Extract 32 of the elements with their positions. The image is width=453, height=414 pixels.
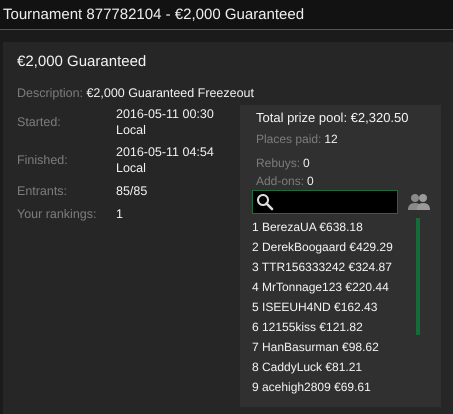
detail-label: Your rankings:	[17, 206, 98, 220]
scrollbar[interactable]	[416, 218, 420, 335]
detail-value: 2016-05-11 04:54 Local	[116, 144, 215, 176]
detail-value: 2016-05-11 00:30 Local	[116, 106, 215, 138]
detail-label: Finished:	[17, 153, 69, 167]
payout-row-text: 4 MrTonnage123 €220.44	[252, 279, 390, 296]
detail-value: 85/85	[116, 182, 148, 198]
stat-label: Add-ons:	[256, 174, 304, 188]
payout-row-text: 2 DerekBoogaard €429.29	[252, 239, 394, 256]
search-icon	[256, 193, 274, 211]
stat-label: Places paid:	[256, 132, 322, 146]
stat-value: 0	[303, 156, 310, 170]
payout-row-text: 5 ISEEUH4ND €162.43	[252, 299, 378, 316]
payout-row-text: 8 CaddyLuck €81.21	[252, 359, 364, 376]
stat-label: Rebuys:	[256, 156, 300, 170]
payout-row-text: 6 12155kiss €121.82	[252, 319, 364, 336]
payout-row-text: 3 TTR156333242 €324.87	[252, 259, 393, 276]
prize-pool-total: Total prize pool: €2,320.50	[256, 110, 410, 125]
description-value: €2,000 Guaranteed Freezeout	[86, 86, 254, 100]
description-label: Description:	[17, 86, 83, 100]
tournament-heading: €2,000 Guaranteed	[17, 52, 148, 72]
users-icon[interactable]	[408, 193, 430, 211]
stat-value: 12	[324, 132, 338, 146]
detail-label: Entrants:	[17, 184, 68, 198]
payout-row-text: 1 BerezaUA €638.18	[252, 219, 364, 236]
payout-row-text: 7 HanBasurman €98.62	[252, 339, 380, 356]
stat-value: 0	[307, 174, 314, 188]
detail-label: Started:	[17, 115, 62, 129]
window-title: Tournament 877782104 - €2,000 Guaranteed	[3, 6, 304, 23]
search-field[interactable]	[252, 190, 398, 214]
payout-row-text: 9 acehigh2809 €69.61	[252, 379, 372, 396]
detail-value: 1	[116, 206, 124, 222]
